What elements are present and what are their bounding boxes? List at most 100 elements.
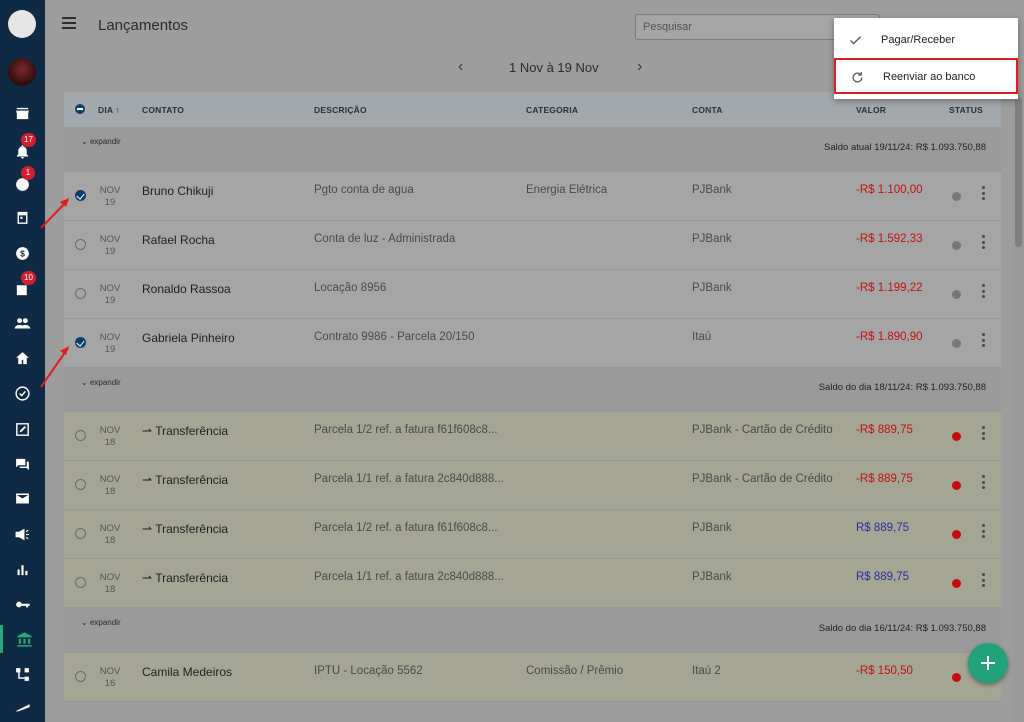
column-header-contato[interactable]: CONTATO [142, 105, 184, 115]
menu-icon[interactable] [62, 17, 76, 29]
account-cell: PJBank [692, 233, 732, 245]
row-checkbox[interactable] [75, 479, 86, 490]
row-checkbox[interactable] [75, 528, 86, 539]
status-indicator [952, 241, 961, 250]
contact-cell: Gabriela Pinheiro [142, 331, 235, 345]
add-button[interactable] [968, 643, 1008, 683]
column-header-status[interactable]: STATUS [949, 105, 983, 115]
value-cell: R$ 889,75 [856, 571, 910, 583]
edit-icon[interactable] [0, 415, 45, 443]
table-row[interactable]: NOV 19 Bruno Chikuji Pgto conta de agua E… [64, 172, 1001, 221]
more-options-icon[interactable] [982, 524, 986, 541]
date-cell: NOV 19 [99, 185, 121, 208]
campaign-icon[interactable] [0, 520, 45, 548]
table-row[interactable]: NOV 16 Camila Medeiros IPTU - Locação 556… [64, 653, 1001, 702]
account-cell: Itaú [692, 331, 712, 343]
truck-icon[interactable] [0, 694, 45, 722]
status-indicator [952, 673, 961, 682]
column-header-dia[interactable]: DIA ↑ [98, 105, 120, 115]
svg-text:$: $ [20, 248, 25, 258]
expand-toggle[interactable]: ⌄ expandir [81, 618, 121, 627]
expand-toggle[interactable]: ⌄ expandir [81, 378, 121, 387]
chat-icon[interactable] [0, 450, 45, 478]
description-cell: Parcela 1/1 ref. a fatura 2c840d888... [314, 571, 504, 583]
group-header: ⌄ expandir Saldo atual 19/11/24: R$ 1.09… [64, 127, 1001, 172]
value-cell: -R$ 889,75 [856, 473, 913, 485]
documents-badge: 10 [21, 271, 36, 285]
refresh-icon [852, 71, 863, 83]
column-header-valor[interactable]: VALOR [856, 105, 886, 115]
menu-item-reenviar-ao-banco[interactable]: Reenviar ao banco [834, 58, 1018, 94]
scrollbar[interactable] [1013, 89, 1024, 722]
date-cell: NOV 19 [99, 283, 121, 306]
more-options-icon[interactable] [982, 284, 986, 301]
status-indicator [952, 481, 961, 490]
documents-icon[interactable]: 10 [0, 271, 45, 303]
select-all-checkbox[interactable] [75, 104, 85, 114]
people-icon[interactable] [0, 309, 45, 337]
menu-item-pagar-receber[interactable]: Pagar/Receber [834, 23, 1018, 58]
calendar-icon[interactable] [0, 203, 45, 231]
value-cell: -R$ 1.890,90 [856, 331, 923, 343]
chevron-left-icon[interactable]: ‹ [458, 58, 463, 76]
key-icon[interactable] [0, 590, 45, 618]
scrollbar-thumb[interactable] [1015, 97, 1022, 247]
date-cell: NOV 18 [99, 523, 121, 546]
hierarchy-icon[interactable] [0, 660, 45, 688]
expand-toggle[interactable]: ⌄ expandir [81, 137, 121, 146]
tasks-icon[interactable]: 1 [0, 166, 45, 198]
mail-icon[interactable] [0, 484, 45, 512]
more-options-icon[interactable] [982, 573, 986, 590]
chevron-right-icon[interactable]: › [637, 58, 642, 76]
avatar[interactable] [8, 58, 36, 86]
transfer-icon: ⇀ [142, 424, 153, 438]
column-header-descricao[interactable]: DESCRIÇÃO [314, 105, 367, 115]
row-checkbox[interactable] [75, 671, 86, 682]
contact-cell: Camila Medeiros [142, 665, 233, 679]
row-checkbox[interactable] [75, 430, 86, 441]
column-header-categoria[interactable]: CATEGORIA [526, 105, 578, 115]
more-options-icon[interactable] [982, 426, 986, 443]
row-checkbox[interactable] [75, 577, 86, 588]
table-row[interactable]: NOV 18 ⇀ Transferência Parcela 1/1 ref. a… [64, 559, 1001, 608]
row-checkbox[interactable] [75, 337, 86, 348]
contact-cell: ⇀ Transferência [142, 571, 229, 585]
account-cell: PJBank - Cartão de Crédito [692, 424, 833, 436]
bank-icon[interactable] [0, 625, 45, 653]
contact-cell: Bruno Chikuji [142, 184, 214, 198]
row-checkbox[interactable] [75, 288, 86, 299]
status-indicator [952, 339, 961, 348]
table-row[interactable]: NOV 18 ⇀ Transferência Parcela 1/2 ref. a… [64, 510, 1001, 559]
transfer-icon: ⇀ [142, 571, 153, 585]
description-cell: Parcela 1/1 ref. a fatura 2c840d888... [314, 473, 504, 485]
date-cell: NOV 18 [99, 572, 121, 595]
row-checkbox[interactable] [75, 239, 86, 250]
table-row[interactable]: NOV 18 ⇀ Transferência Parcela 1/1 ref. a… [64, 461, 1001, 510]
transfer-icon: ⇀ [142, 473, 153, 487]
home-icon[interactable] [0, 344, 45, 372]
table-row[interactable]: NOV 19 Gabriela Pinheiro Contrato 9986 - … [64, 319, 1001, 368]
table-row[interactable]: NOV 19 Ronaldo Rassoa Locação 8956 PJBank… [64, 270, 1001, 319]
more-options-icon[interactable] [982, 333, 986, 350]
more-options-icon[interactable] [982, 475, 986, 492]
money-icon[interactable]: $ [0, 239, 45, 267]
bar-chart-icon[interactable] [0, 555, 45, 583]
verified-icon[interactable] [0, 379, 45, 407]
contact-cell: ⇀ Transferência [142, 473, 229, 487]
more-options-icon[interactable] [982, 235, 986, 252]
column-header-conta[interactable]: CONTA [692, 105, 723, 115]
row-checkbox[interactable] [75, 190, 86, 201]
table-row[interactable]: NOV 19 Rafael Rocha Conta de luz - Admini… [64, 221, 1001, 270]
more-options-icon[interactable] [982, 186, 986, 203]
category-cell: Comissão / Prêmio [526, 665, 624, 677]
store-icon[interactable] [0, 99, 45, 127]
value-cell: -R$ 1.100,00 [856, 184, 923, 196]
notifications-icon[interactable]: 17 [0, 133, 45, 165]
logo-icon[interactable] [8, 10, 36, 38]
sidebar: 17 1 $ 10 [0, 0, 45, 722]
category-cell: Energia Elétrica [526, 184, 608, 196]
table-row[interactable]: NOV 18 ⇀ Transferência Parcela 1/2 ref. a… [64, 412, 1001, 461]
status-indicator [952, 432, 961, 441]
description-cell: IPTU - Locação 5562 [314, 665, 423, 677]
account-cell: PJBank - Cartão de Crédito [692, 473, 833, 485]
